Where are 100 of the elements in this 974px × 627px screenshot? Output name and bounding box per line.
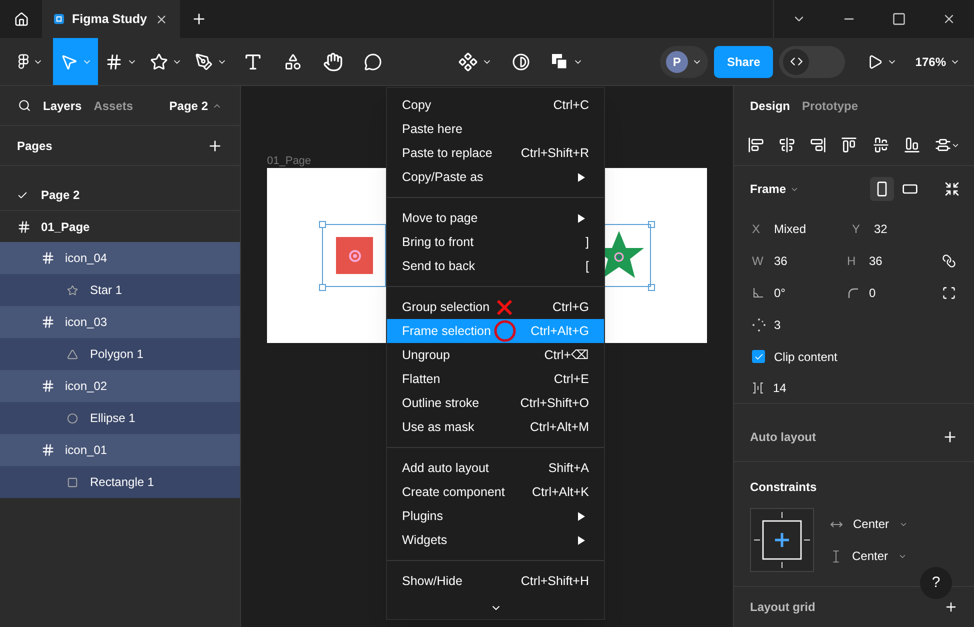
menu-item[interactable]: Move to page bbox=[387, 206, 604, 230]
play-icon bbox=[867, 54, 884, 70]
menu-item[interactable]: Outline stroke Ctrl+Shift+O bbox=[387, 391, 604, 415]
help-button[interactable]: ? bbox=[920, 567, 952, 599]
pointer-icon bbox=[60, 52, 78, 70]
menu-item[interactable]: Show/Hide Ctrl+Shift+H bbox=[387, 569, 604, 593]
menu-item[interactable]: Copy Ctrl+C bbox=[387, 93, 604, 117]
align-middle-icon bbox=[872, 137, 889, 154]
resize-icon bbox=[944, 181, 960, 198]
close-tab-button[interactable] bbox=[155, 12, 168, 26]
align-button[interactable] bbox=[810, 137, 826, 154]
section-title[interactable]: Frame bbox=[750, 180, 786, 198]
selection-handle bbox=[648, 284, 655, 291]
code-icon bbox=[790, 55, 803, 68]
property-field[interactable]: 0° bbox=[752, 284, 847, 302]
menu-item[interactable]: Flatten Ctrl+E bbox=[387, 367, 604, 391]
align-button[interactable] bbox=[748, 137, 764, 154]
menu-item[interactable]: Add auto layout Shift+A bbox=[387, 456, 604, 480]
check-icon bbox=[17, 190, 28, 200]
square-icon bbox=[67, 476, 78, 488]
dev-mode-toggle[interactable] bbox=[779, 46, 846, 78]
layer-row[interactable]: Ellipse 1 bbox=[0, 402, 240, 434]
panel-tab[interactable]: Design bbox=[750, 96, 790, 115]
constraints-diagram bbox=[750, 508, 814, 572]
menu-item[interactable]: Paste here bbox=[387, 117, 604, 141]
corner-radius-icon bbox=[847, 286, 859, 299]
layer-row[interactable]: icon_03 bbox=[0, 306, 240, 338]
align-button[interactable] bbox=[872, 137, 889, 154]
layer-row[interactable]: Polygon 1 bbox=[0, 338, 240, 370]
property-field[interactable]: W 36 bbox=[752, 252, 847, 270]
menu-item[interactable]: Group selection Ctrl+G bbox=[387, 295, 604, 319]
menu-item[interactable]: Ungroup Ctrl+⌫ bbox=[387, 343, 604, 367]
constraint-dropdown[interactable]: Center bbox=[830, 547, 908, 566]
menu-item[interactable]: Copy/Paste as bbox=[387, 165, 604, 189]
property-field[interactable]: 3 bbox=[752, 316, 852, 334]
property-field[interactable]: 0 bbox=[847, 284, 942, 302]
align-top-icon bbox=[841, 137, 858, 154]
link-icon bbox=[942, 254, 956, 268]
align-button[interactable] bbox=[779, 137, 796, 154]
distribute-button[interactable] bbox=[934, 137, 960, 154]
property-field[interactable]: H 36 bbox=[847, 252, 942, 270]
menu-item[interactable]: Paste to replace Ctrl+Shift+R bbox=[387, 141, 604, 165]
plus-icon bbox=[942, 428, 958, 445]
page-item[interactable]: Page 2 bbox=[0, 180, 240, 210]
constraint-dropdown[interactable]: Center bbox=[830, 515, 908, 534]
contrast-icon bbox=[512, 52, 530, 70]
frame-icon bbox=[41, 315, 55, 329]
circle-icon bbox=[67, 412, 78, 424]
add-layout-grid-button[interactable] bbox=[944, 600, 958, 614]
panel-tab[interactable]: Assets bbox=[94, 96, 134, 114]
selection-box bbox=[322, 224, 386, 287]
selection-handle bbox=[319, 221, 326, 228]
section-title: Constraints bbox=[750, 479, 818, 496]
avatar-button[interactable]: P bbox=[660, 46, 708, 78]
orientation-button[interactable] bbox=[870, 177, 894, 202]
layer-row[interactable]: icon_02 bbox=[0, 370, 240, 402]
layer-row[interactable]: icon_01 bbox=[0, 434, 240, 466]
spacing-field[interactable]: 14 bbox=[734, 372, 974, 404]
layer-row[interactable]: icon_04 bbox=[0, 242, 240, 274]
constrain-button[interactable] bbox=[942, 254, 956, 268]
panel-tab[interactable]: Layers bbox=[43, 96, 82, 114]
hand-icon bbox=[323, 52, 343, 72]
submenu-arrow-icon bbox=[578, 536, 585, 544]
distribute-icon bbox=[934, 137, 951, 154]
page-picker[interactable]: Page 2 bbox=[169, 96, 222, 114]
menu-item[interactable]: Widgets bbox=[387, 528, 604, 552]
home-icon bbox=[14, 12, 28, 26]
section-title: Pages bbox=[17, 138, 52, 154]
maximize-icon bbox=[892, 12, 906, 26]
clip-content-checkbox[interactable]: Clip content bbox=[734, 340, 974, 373]
align-right-icon bbox=[810, 137, 826, 154]
pen-icon bbox=[194, 52, 212, 70]
menu-item[interactable]: Send to back [ bbox=[387, 254, 604, 278]
align-button[interactable] bbox=[904, 137, 920, 154]
file-tab[interactable]: Figma Study bbox=[42, 0, 180, 38]
frame-icon bbox=[41, 251, 55, 265]
property-field[interactable]: Y 32 bbox=[852, 220, 952, 238]
layer-row[interactable]: Rectangle 1 bbox=[0, 466, 240, 498]
resources-icon bbox=[284, 52, 302, 70]
menu-item[interactable]: Create component Ctrl+Alt+K bbox=[387, 480, 604, 504]
property-field[interactable]: X Mixed bbox=[752, 220, 852, 238]
count-icon bbox=[752, 318, 766, 332]
plus-icon bbox=[207, 138, 223, 154]
comment-icon bbox=[364, 52, 382, 70]
figma-logo-icon bbox=[18, 54, 29, 70]
corners-icon bbox=[942, 286, 956, 300]
resize-button[interactable] bbox=[944, 181, 960, 198]
corners-button[interactable] bbox=[942, 286, 956, 300]
align-button[interactable] bbox=[841, 137, 858, 154]
zoom-dropdown[interactable]: 176% bbox=[911, 52, 964, 70]
panel-tab[interactable]: Prototype bbox=[802, 96, 858, 115]
spacing-icon bbox=[751, 382, 765, 394]
add-page-button[interactable] bbox=[207, 138, 223, 154]
section-title: Layout grid bbox=[750, 599, 816, 616]
menu-item[interactable]: Use as mask Ctrl+Alt+M bbox=[387, 415, 604, 439]
menu-item[interactable]: Bring to front ] bbox=[387, 230, 604, 254]
add-auto-layout-button[interactable] bbox=[942, 428, 958, 445]
layer-row[interactable]: Star 1 bbox=[0, 274, 240, 306]
menu-item[interactable]: Plugins bbox=[387, 504, 604, 528]
triangle-icon bbox=[67, 348, 78, 360]
